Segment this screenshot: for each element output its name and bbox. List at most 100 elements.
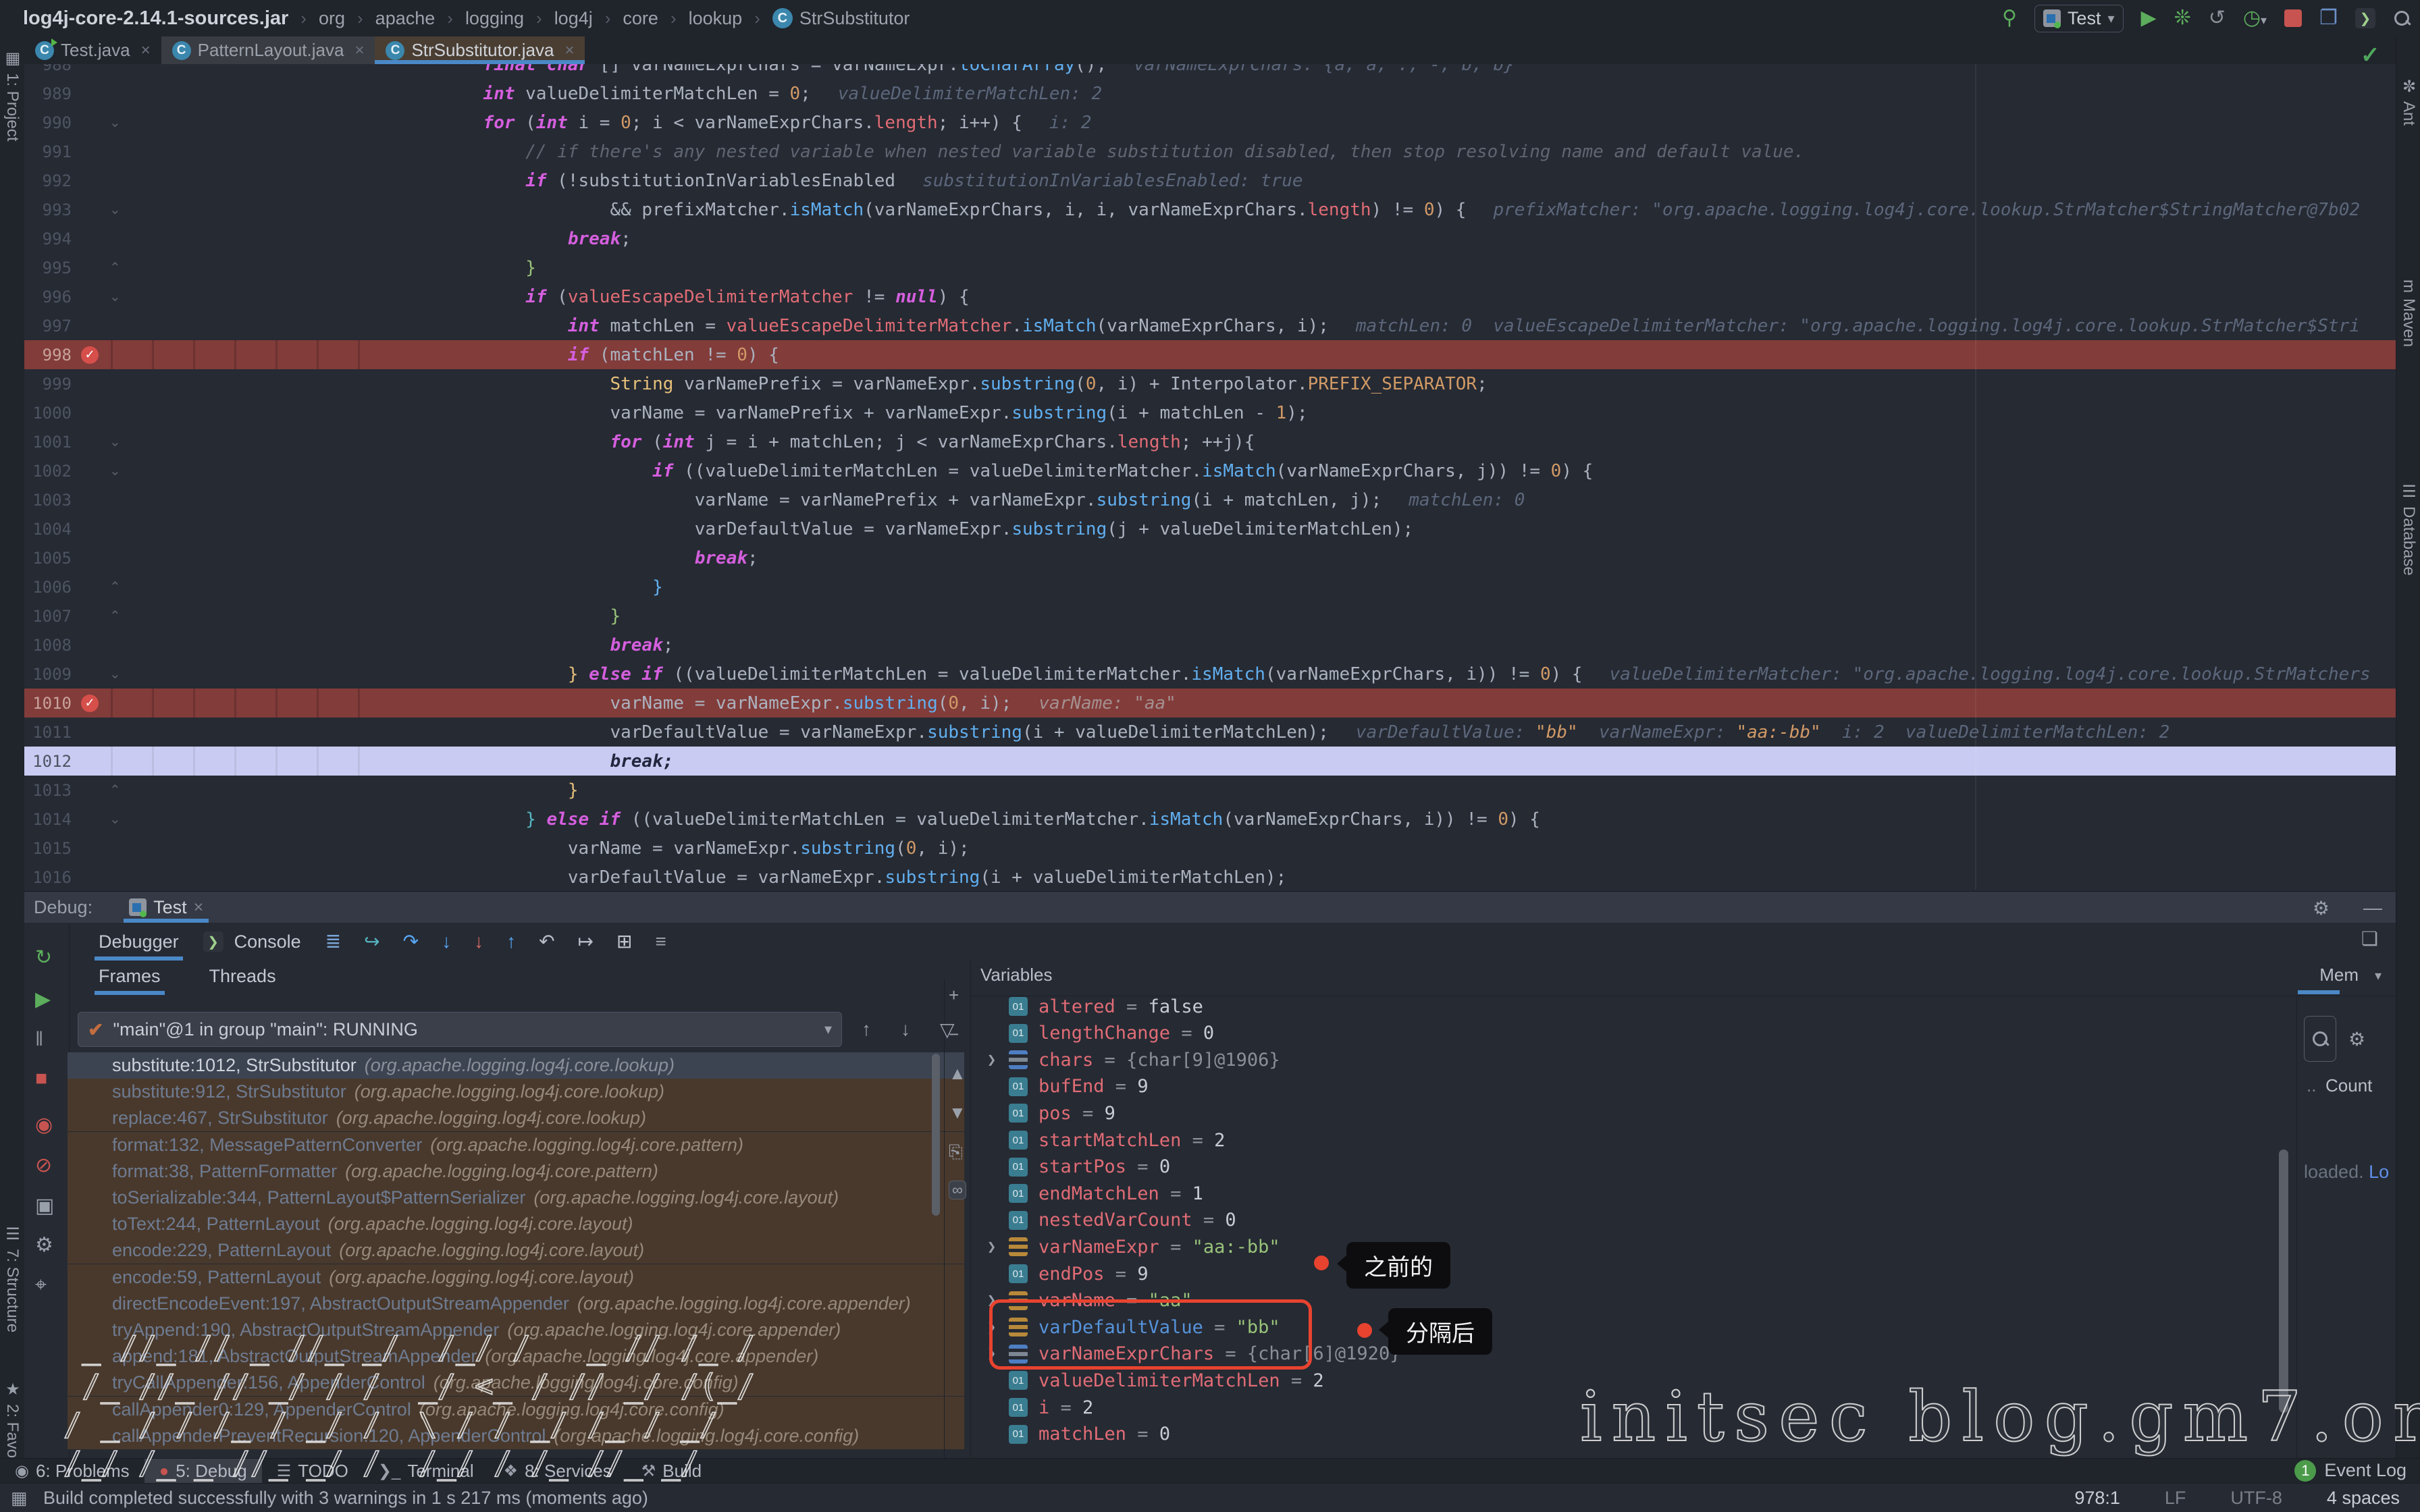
rerun-icon[interactable]: ↻ — [35, 946, 52, 969]
close-icon[interactable]: × — [354, 41, 364, 60]
scroll-down-icon[interactable]: ▼ — [949, 1102, 966, 1123]
copy-icon[interactable]: ⎘ — [949, 1141, 963, 1163]
line-number[interactable]: 1014 — [24, 810, 72, 829]
code-line[interactable]: 988final char [] varNameExprChars = varN… — [24, 64, 2396, 79]
code-line[interactable]: 1007⌃} — [24, 601, 2396, 630]
code-line[interactable]: 994break; — [24, 224, 2396, 253]
code-line[interactable]: 1014⌄} else if ((valueDelimiterMatchLen … — [24, 805, 2396, 834]
breakpoint-icon[interactable]: ✓ — [81, 346, 99, 364]
fold-marker-icon[interactable]: ⌄ — [109, 114, 121, 131]
code-line[interactable]: 1004varDefaultValue = varNameExpr.substr… — [24, 514, 2396, 543]
step-out-icon[interactable]: ↑ — [506, 932, 516, 951]
variable-row-chars[interactable]: ❯chars = {char[9]@1906} — [971, 1046, 2294, 1073]
line-number[interactable]: 994 — [24, 230, 72, 248]
fold-marker-icon[interactable]: ⌄ — [109, 811, 121, 828]
tab-threads[interactable]: Threads — [205, 961, 280, 992]
filter-icon[interactable]: ▽ — [940, 1019, 955, 1041]
event-log[interactable]: 1 Event Log — [2294, 1458, 2406, 1483]
line-number[interactable]: 1003 — [24, 491, 72, 510]
toolwindow-build[interactable]: ⚒Build — [627, 1459, 716, 1484]
line-number[interactable]: 1004 — [24, 520, 72, 539]
code-line[interactable]: 1000varName = varNamePrefix + varNameExp… — [24, 398, 2396, 427]
code-line[interactable]: 993⌄&& prefixMatcher.isMatch(varNameExpr… — [24, 195, 2396, 224]
line-number[interactable]: 1015 — [24, 839, 72, 858]
close-icon[interactable]: × — [564, 41, 574, 60]
run-to-cursor-icon[interactable]: ↦ — [578, 932, 594, 951]
editor-tab-test-java[interactable]: CTest.java× — [24, 36, 161, 64]
layout-settings-icon[interactable]: ≣ — [325, 932, 341, 951]
line-number[interactable]: 1007 — [24, 607, 72, 626]
down-arrow-icon[interactable]: ↓ — [901, 1019, 910, 1040]
toolwindow-debug[interactable]: ●5: Debug — [144, 1459, 262, 1484]
line-number[interactable]: 996 — [24, 288, 72, 306]
close-icon[interactable]: × — [141, 41, 151, 60]
stack-frame-row[interactable]: encode:229, PatternLayout(org.apache.log… — [68, 1237, 964, 1264]
line-number[interactable]: 1008 — [24, 636, 72, 655]
stack-frame-row[interactable]: callAppender0:129, AppenderControl(org.a… — [68, 1397, 964, 1423]
line-number[interactable]: 1012 — [24, 752, 72, 771]
stack-frame-row[interactable]: format:38, PatternFormatter(org.apache.l… — [68, 1158, 964, 1185]
variable-row-valueDelimiterMatchLen[interactable]: 01valueDelimiterMatchLen = 2 — [971, 1367, 2294, 1394]
mute-breakpoints-icon[interactable]: ⊘ — [35, 1154, 52, 1177]
stack-frame-row[interactable]: toText:244, PatternLayout(org.apache.log… — [68, 1211, 964, 1237]
code-line[interactable]: 992if (!substitutionInVariablesEnabledsu… — [24, 166, 2396, 195]
load-link[interactable]: Lo — [2369, 1162, 2389, 1182]
indent-setting[interactable]: 4 spaces — [2327, 1488, 2400, 1509]
sidebar-item-maven[interactable]: mMaven — [2399, 279, 2418, 347]
chevron-right-icon[interactable]: ❯ — [987, 1052, 996, 1069]
fold-marker-icon[interactable]: ⌃ — [109, 608, 121, 624]
editor-tab-patternlayout-java[interactable]: CPatternLayout.java× — [161, 36, 375, 64]
code-line[interactable]: 1006⌃} — [24, 572, 2396, 601]
code-line[interactable]: 996⌄if (valueEscapeDelimiterMatcher != n… — [24, 282, 2396, 311]
stack-frame-row[interactable]: format:132, MessagePatternConverter(org.… — [68, 1132, 964, 1158]
breadcrumb-item[interactable]: core — [623, 8, 658, 29]
add-watch-icon[interactable]: + — [949, 985, 959, 1006]
code-line[interactable]: 998✓if (matchLen != 0) { — [24, 340, 2396, 369]
breadcrumb-item[interactable]: logging — [465, 8, 524, 29]
file-encoding[interactable]: UTF-8 — [2230, 1488, 2282, 1509]
code-line[interactable]: 1010✓varName = varNameExpr.substring(0, … — [24, 688, 2396, 718]
force-step-into-icon[interactable]: ↓ — [474, 932, 483, 951]
scroll-up-icon[interactable]: ▲ — [949, 1063, 966, 1084]
breadcrumb-item[interactable]: org — [319, 8, 345, 29]
sidebar-item-database[interactable]: ☰Database — [2399, 482, 2418, 576]
stack-frame-row[interactable]: substitute:912, StrSubstitutor(org.apach… — [68, 1079, 964, 1105]
line-number[interactable]: 1001 — [24, 433, 72, 452]
pause-icon[interactable]: ‖ — [35, 1028, 43, 1051]
line-number[interactable]: 993 — [24, 200, 72, 219]
variable-row-pos[interactable]: 01pos = 9 — [971, 1100, 2294, 1127]
stop-icon[interactable] — [2284, 9, 2302, 27]
fold-marker-icon[interactable]: ⌄ — [109, 201, 121, 218]
line-number[interactable]: 1006 — [24, 578, 72, 597]
variable-row-startPos[interactable]: 01startPos = 0 — [971, 1154, 2294, 1181]
variable-row-startMatchLen[interactable]: 01startMatchLen = 2 — [971, 1127, 2294, 1154]
restore-layout-icon[interactable]: ❏ — [2361, 929, 2378, 948]
line-number[interactable]: 1002 — [24, 462, 72, 481]
chevron-right-icon[interactable]: ❯ — [987, 1239, 996, 1256]
run-config-select[interactable]: Test ▾ — [2034, 5, 2124, 32]
evaluate-infinity-icon[interactable]: ∞ — [949, 1181, 966, 1199]
line-ending[interactable]: LF — [2165, 1488, 2186, 1509]
code-line[interactable]: 1001⌄for (int j = i + matchLen; j < varN… — [24, 427, 2396, 456]
line-number[interactable]: 990 — [24, 113, 72, 132]
thread-selector[interactable]: ✔ "main"@1 in group "main": RUNNING ▾ — [78, 1012, 842, 1047]
stop-icon[interactable]: ■ — [35, 1067, 47, 1090]
hide-icon[interactable]: — — [2363, 897, 2382, 919]
stack-frame-row[interactable]: directEncodeEvent:197, AbstractOutputStr… — [68, 1291, 964, 1317]
fold-marker-icon[interactable]: ⌄ — [109, 288, 121, 305]
breadcrumb-item[interactable]: apache — [375, 8, 436, 29]
stack-frame-row[interactable]: append:181, AbstractOutputStreamAppender… — [68, 1343, 964, 1370]
line-number[interactable]: 998 — [24, 346, 72, 364]
fold-marker-icon[interactable]: ⌄ — [109, 462, 121, 479]
drop-frame-icon[interactable]: ↶ — [539, 932, 554, 951]
step-over-icon[interactable]: ↷ — [403, 932, 419, 951]
layout-grid-icon[interactable]: ▦ — [11, 1488, 28, 1509]
stack-frame-row[interactable]: tryCallAppender:156, AppenderControl(org… — [68, 1370, 964, 1396]
sidebar-item-project[interactable]: ▦1: Project — [3, 49, 22, 141]
code-line[interactable]: 1011varDefaultValue = varNameExpr.substr… — [24, 718, 2396, 747]
editor-tab-strsubstitutor-java[interactable]: CStrSubstitutor.java× — [375, 36, 585, 64]
variable-row-nestedVarCount[interactable]: 01nestedVarCount = 0 — [971, 1207, 2294, 1234]
code-line[interactable]: 989int valueDelimiterMatchLen = 0;valueD… — [24, 79, 2396, 108]
breadcrumb-item[interactable]: lookup — [689, 8, 743, 29]
up-arrow-icon[interactable]: ↑ — [862, 1019, 871, 1040]
